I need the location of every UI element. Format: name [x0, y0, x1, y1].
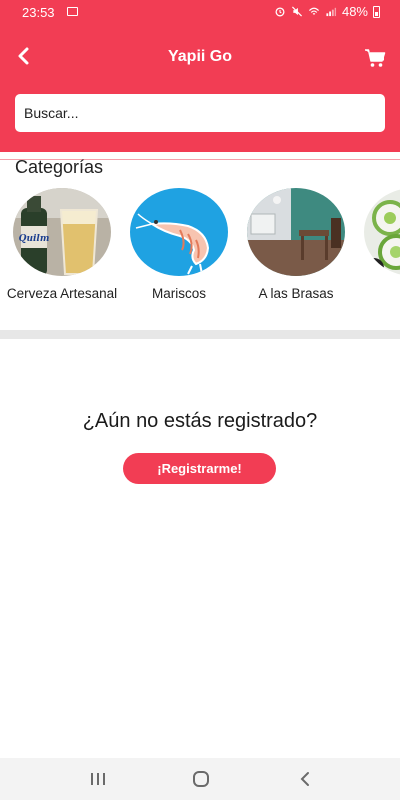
category-mariscos[interactable]: Mariscos	[121, 188, 237, 302]
svg-text:Quilm: Quilm	[19, 234, 50, 244]
category-label: A las Brasas	[258, 286, 334, 301]
register-button[interactable]: ¡Registrarme!	[123, 453, 276, 484]
category-label: S	[355, 286, 400, 302]
back-icon[interactable]	[294, 768, 318, 790]
home-icon[interactable]	[189, 768, 213, 790]
shopping-cart-icon[interactable]	[364, 48, 386, 68]
battery-icon	[373, 5, 380, 18]
category-label: Cerveza Artesanal	[6, 286, 118, 301]
mute-icon	[291, 6, 302, 17]
sushi-rolls-image	[364, 188, 400, 276]
search-input[interactable]	[15, 94, 385, 132]
system-nav-bar	[0, 758, 400, 800]
recent-apps-icon[interactable]	[86, 768, 110, 790]
section-divider	[0, 330, 400, 339]
alarm-icon	[275, 7, 285, 17]
wifi-icon	[308, 7, 319, 15]
app-bar: Yapii Go	[0, 26, 400, 160]
status-time: 23:53	[22, 5, 55, 20]
category-cerveza-artesanal[interactable]: Quilm Cerveza Artesanal	[4, 188, 120, 302]
status-bar: 23:53 48%	[0, 0, 400, 26]
register-prompt: ¿Aún no estás registrado?	[82, 410, 318, 432]
shrimp-image	[130, 188, 228, 276]
gallery-icon	[67, 7, 78, 16]
category-label: Mariscos	[151, 286, 206, 301]
signal-icon	[326, 7, 337, 17]
status-icons: 48%	[274, 4, 380, 19]
categories-title: Categorías	[15, 157, 104, 177]
category-a-las-brasas[interactable]: A las Brasas	[238, 188, 354, 302]
category-sushi[interactable]: S	[355, 188, 400, 302]
categories-carousel[interactable]: Quilm Cerveza Artesanal Mariscos A las B…	[0, 188, 400, 323]
restaurant-interior-image	[247, 188, 345, 276]
app-title: Yapii Go	[167, 48, 232, 65]
beer-bottle-and-glass-image: Quilm	[13, 188, 111, 276]
battery-percent: 48%	[341, 4, 368, 19]
